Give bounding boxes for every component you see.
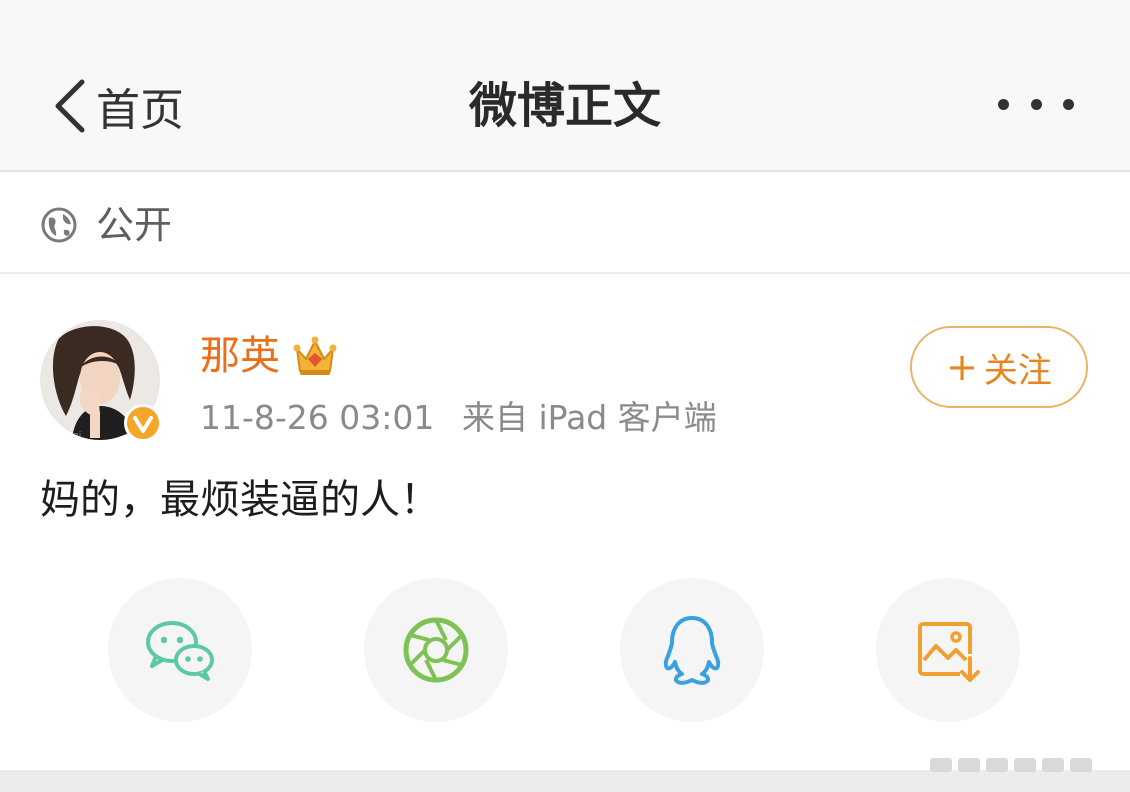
post-source: 来自 iPad 客户端 xyxy=(462,398,717,437)
author-name[interactable]: 那英 xyxy=(200,328,280,384)
post-time: 11-8-26 03:01 xyxy=(200,398,435,437)
follow-label: 关注 xyxy=(983,350,1052,391)
watermark-block xyxy=(1014,758,1036,772)
visibility-label: 公开 xyxy=(96,203,173,247)
more-dots-icon[interactable] xyxy=(998,92,1074,116)
share-moments-button[interactable] xyxy=(364,578,508,722)
svg-text:mi: mi xyxy=(70,431,81,440)
share-wechat-button[interactable] xyxy=(108,578,252,722)
plus-icon: + xyxy=(946,345,978,389)
crown-icon xyxy=(293,336,337,375)
navigation-bar: 首页 微博正文 xyxy=(0,0,1130,172)
globe-icon xyxy=(41,207,77,243)
dot xyxy=(1030,98,1042,110)
wechat-icon xyxy=(146,621,214,681)
dot xyxy=(998,98,1009,110)
watermark-block xyxy=(958,758,980,772)
dot xyxy=(1063,98,1074,110)
share-qq-button[interactable] xyxy=(620,578,764,722)
follow-button[interactable]: + 关注 xyxy=(910,326,1088,408)
watermark-block xyxy=(1070,758,1092,772)
watermark xyxy=(930,752,1120,778)
watermark-block xyxy=(1042,758,1064,772)
post-text: 妈的，最烦装逼的人！ xyxy=(40,477,440,523)
verified-v-icon xyxy=(124,404,162,442)
watermark-block xyxy=(986,758,1008,772)
save-image-icon xyxy=(918,622,980,682)
moments-icon xyxy=(403,617,469,683)
page-title: 微博正文 xyxy=(468,78,661,134)
qq-icon xyxy=(663,616,721,685)
share-save-image-button[interactable] xyxy=(876,578,1020,722)
watermark-block xyxy=(930,758,952,772)
